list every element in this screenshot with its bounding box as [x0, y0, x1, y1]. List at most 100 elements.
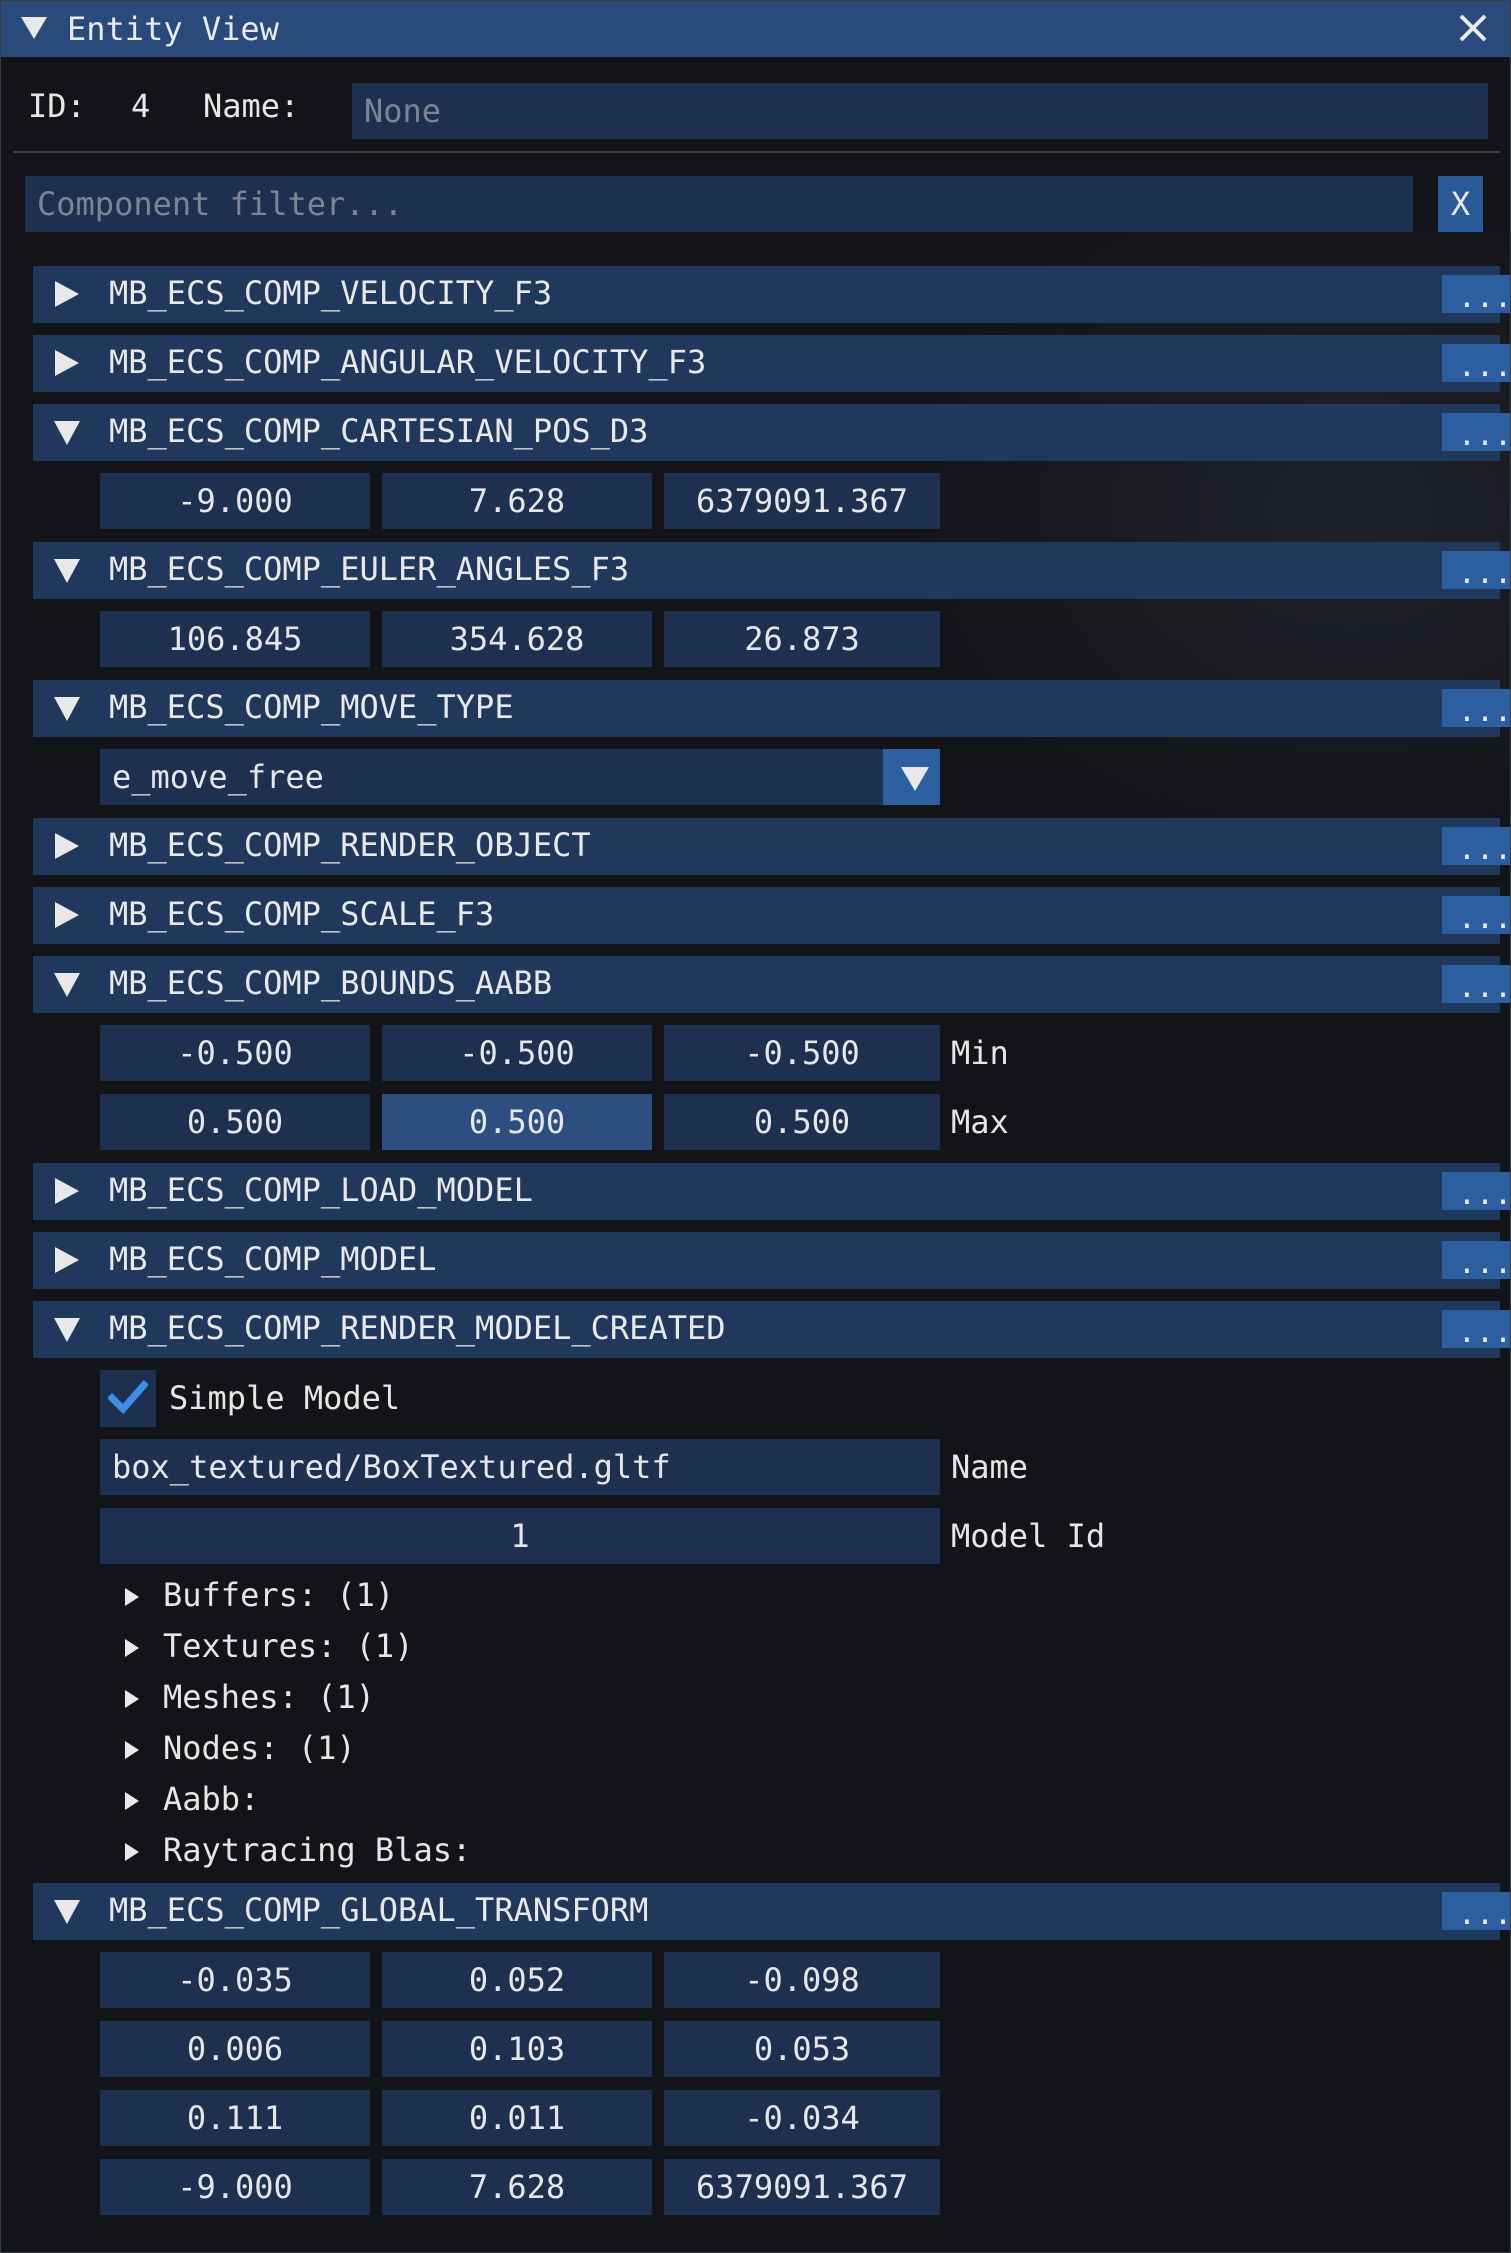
tree-node-label: Buffers: (1) [163, 1576, 395, 1614]
expand-arrow-icon [55, 281, 79, 307]
component-options-button[interactable]: ... [1442, 896, 1510, 934]
cartesian-pos-y-field[interactable]: 7.628 [382, 473, 652, 529]
model-name-field[interactable]: box_textured/BoxTextured.gltf [100, 1439, 940, 1495]
bounds-min-y-field[interactable]: -0.500 [382, 1025, 652, 1081]
collapse-arrow-icon [54, 1318, 80, 1342]
component-title: MB_ECS_COMP_GLOBAL_TRANSFORM [109, 1891, 649, 1929]
expand-arrow-icon [55, 350, 79, 376]
transform-cell[interactable]: 0.053 [664, 2021, 940, 2077]
collapse-arrow-icon [54, 973, 80, 997]
id-label: ID: [28, 87, 86, 125]
simple-model-checkbox[interactable] [100, 1370, 156, 1427]
component-title: MB_ECS_COMP_RENDER_MODEL_CREATED [109, 1309, 726, 1347]
bounds-max-y-field[interactable]: 0.500 [382, 1094, 652, 1150]
component-title: MB_ECS_COMP_VELOCITY_F3 [109, 274, 553, 312]
transform-cell[interactable]: 6379091.367 [664, 2159, 940, 2215]
component-options-button[interactable]: ... [1442, 551, 1510, 589]
transform-cell[interactable]: -0.034 [664, 2090, 940, 2146]
component-options-button[interactable]: ... [1442, 413, 1510, 451]
component-header-euler-angles[interactable]: MB_ECS_COMP_EULER_ANGLES_F3 ... [33, 542, 1510, 599]
transform-cell[interactable]: -0.035 [100, 1952, 370, 2008]
collapse-arrow-icon [54, 697, 80, 721]
component-options-button[interactable]: ... [1442, 689, 1510, 727]
expand-arrow-icon [125, 1843, 139, 1861]
collapse-arrow-icon[interactable] [21, 17, 47, 39]
euler-angle-z-field[interactable]: 26.873 [664, 611, 940, 667]
chevron-down-icon [901, 767, 929, 791]
transform-cell[interactable]: 7.628 [382, 2159, 652, 2215]
bounds-min-z-field[interactable]: -0.500 [664, 1025, 940, 1081]
move-type-select[interactable]: e_move_free [100, 749, 883, 805]
expand-arrow-icon [125, 1741, 139, 1759]
cartesian-pos-x-field[interactable]: -9.000 [100, 473, 370, 529]
component-title: MB_ECS_COMP_ANGULAR_VELOCITY_F3 [109, 343, 707, 381]
euler-angle-x-field[interactable]: 106.845 [100, 611, 370, 667]
component-header-velocity[interactable]: MB_ECS_COMP_VELOCITY_F3 ... [33, 266, 1510, 323]
component-options-button[interactable]: ... [1442, 344, 1510, 382]
transform-cell[interactable]: 0.111 [100, 2090, 370, 2146]
component-title: MB_ECS_COMP_MODEL [109, 1240, 437, 1278]
expand-arrow-icon [125, 1639, 139, 1657]
euler-angle-y-field[interactable]: 354.628 [382, 611, 652, 667]
separator [13, 151, 1500, 153]
bounds-min-label: Min [951, 1034, 1009, 1072]
component-header-scale[interactable]: MB_ECS_COMP_SCALE_F3 ... [33, 887, 1510, 944]
title-bar[interactable]: Entity View [1, 1, 1510, 57]
component-filter-input[interactable]: Component filter... [25, 176, 1413, 232]
cartesian-pos-z-field[interactable]: 6379091.367 [664, 473, 940, 529]
expand-arrow-icon [125, 1588, 139, 1606]
expand-arrow-icon [125, 1690, 139, 1708]
collapse-arrow-icon [54, 559, 80, 583]
transform-cell[interactable]: -9.000 [100, 2159, 370, 2215]
simple-model-label: Simple Model [169, 1379, 401, 1417]
expand-arrow-icon [55, 833, 79, 859]
component-header-move-type[interactable]: MB_ECS_COMP_MOVE_TYPE ... [33, 680, 1510, 737]
collapse-arrow-icon [54, 421, 80, 445]
entity-view-window: Entity View ID: 4 Name: None Component f… [0, 0, 1511, 2253]
entity-name-input[interactable]: None [352, 83, 1488, 139]
component-title: MB_ECS_COMP_EULER_ANGLES_F3 [109, 550, 630, 588]
component-title: MB_ECS_COMP_BOUNDS_AABB [109, 964, 553, 1002]
transform-cell[interactable]: 0.011 [382, 2090, 652, 2146]
component-title: MB_ECS_COMP_CARTESIAN_POS_D3 [109, 412, 649, 450]
bounds-max-z-field[interactable]: 0.500 [664, 1094, 940, 1150]
checkmark-icon [108, 1380, 148, 1415]
tree-node-label: Textures: (1) [163, 1627, 414, 1665]
model-name-label: Name [951, 1448, 1029, 1486]
model-id-field[interactable]: 1 [100, 1508, 940, 1564]
transform-cell[interactable]: 0.052 [382, 1952, 652, 2008]
component-options-button[interactable]: ... [1442, 1310, 1510, 1348]
expand-arrow-icon [55, 1247, 79, 1273]
component-options-button[interactable]: ... [1442, 1172, 1510, 1210]
component-header-render-object[interactable]: MB_ECS_COMP_RENDER_OBJECT ... [33, 818, 1510, 875]
component-options-button[interactable]: ... [1442, 275, 1510, 313]
transform-cell[interactable]: -0.098 [664, 1952, 940, 2008]
name-label: Name: [203, 87, 300, 125]
clear-filter-button[interactable]: X [1438, 176, 1483, 232]
component-header-render-model-created[interactable]: MB_ECS_COMP_RENDER_MODEL_CREATED ... [33, 1301, 1510, 1358]
component-header-angular-velocity[interactable]: MB_ECS_COMP_ANGULAR_VELOCITY_F3 ... [33, 335, 1510, 392]
component-header-global-transform[interactable]: MB_ECS_COMP_GLOBAL_TRANSFORM ... [33, 1883, 1510, 1940]
component-header-bounds[interactable]: MB_ECS_COMP_BOUNDS_AABB ... [33, 956, 1510, 1013]
component-header-load-model[interactable]: MB_ECS_COMP_LOAD_MODEL ... [33, 1163, 1510, 1220]
transform-cell[interactable]: 0.006 [100, 2021, 370, 2077]
bounds-min-x-field[interactable]: -0.500 [100, 1025, 370, 1081]
component-title: MB_ECS_COMP_LOAD_MODEL [109, 1171, 533, 1209]
expand-arrow-icon [125, 1792, 139, 1810]
component-options-button[interactable]: ... [1442, 1241, 1510, 1279]
component-header-cartesian-pos[interactable]: MB_ECS_COMP_CARTESIAN_POS_D3 ... [33, 404, 1510, 461]
tree-node-label: Meshes: (1) [163, 1678, 375, 1716]
component-header-model[interactable]: MB_ECS_COMP_MODEL ... [33, 1232, 1510, 1289]
component-options-button[interactable]: ... [1442, 1892, 1510, 1930]
close-icon[interactable] [1456, 11, 1490, 45]
move-type-dropdown-button[interactable] [883, 749, 940, 805]
tree-node-label: Nodes: (1) [163, 1729, 356, 1767]
tree-node-label: Raytracing Blas: [163, 1831, 472, 1869]
transform-cell[interactable]: 0.103 [382, 2021, 652, 2077]
bounds-max-x-field[interactable]: 0.500 [100, 1094, 370, 1150]
component-options-button[interactable]: ... [1442, 827, 1510, 865]
window-title: Entity View [67, 10, 279, 48]
component-title: MB_ECS_COMP_SCALE_F3 [109, 895, 495, 933]
component-options-button[interactable]: ... [1442, 965, 1510, 1003]
expand-arrow-icon [55, 1178, 79, 1204]
